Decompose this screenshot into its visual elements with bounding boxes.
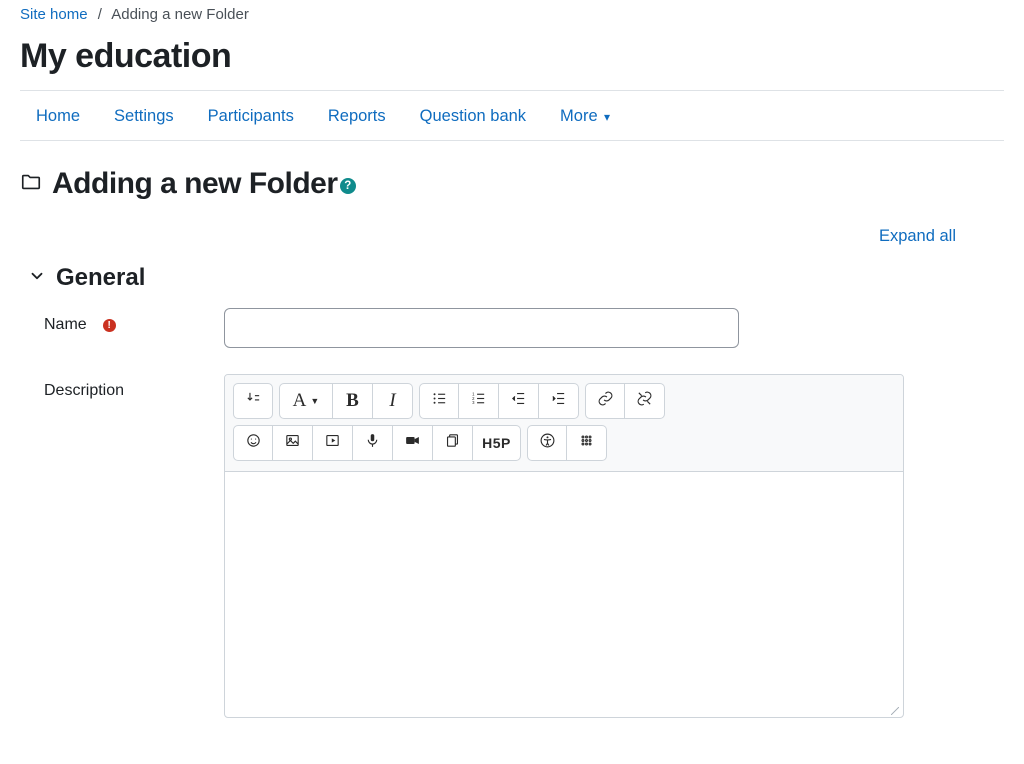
svg-text:3: 3 xyxy=(472,400,475,405)
media-icon xyxy=(324,432,341,454)
caret-down-icon: ▼ xyxy=(310,396,319,406)
form-row-description: Description A ▼ xyxy=(20,374,1004,718)
toolbar-paragraph-style-button[interactable]: A ▼ xyxy=(279,383,333,419)
chevron-down-icon xyxy=(28,267,46,290)
toolbar-accessibility-checker-button[interactable] xyxy=(527,425,567,461)
image-icon xyxy=(284,432,301,454)
toolbar-outdent-button[interactable] xyxy=(499,383,539,419)
course-tabs: Home Settings Participants Reports Quest… xyxy=(20,91,1004,140)
bold-icon: B xyxy=(346,390,359,412)
fieldset-general-toggle[interactable]: General xyxy=(28,264,1004,292)
section-header: Adding a new Folder? xyxy=(20,167,1004,201)
toolbar-media-button[interactable] xyxy=(313,425,353,461)
tab-home[interactable]: Home xyxy=(36,107,80,126)
tab-more[interactable]: More ▾ xyxy=(560,107,610,126)
toolbar-toggle-button[interactable] xyxy=(233,383,273,419)
breadcrumb-separator-icon: / xyxy=(98,6,102,23)
toolbar-bold-button[interactable]: B xyxy=(333,383,373,419)
indent-icon xyxy=(550,390,567,412)
required-icon: ! xyxy=(103,319,116,332)
outdent-icon xyxy=(510,390,527,412)
toolbar-h5p-button[interactable]: H5P xyxy=(473,425,521,461)
toolbar-bullet-list-button[interactable] xyxy=(419,383,459,419)
toolbar-indent-button[interactable] xyxy=(539,383,579,419)
folder-icon xyxy=(20,171,42,198)
form-row-name: Name ! xyxy=(20,308,1004,348)
toolbar-record-audio-button[interactable] xyxy=(353,425,393,461)
tab-reports[interactable]: Reports xyxy=(328,107,386,126)
toolbar-italic-button[interactable]: I xyxy=(373,383,413,419)
editor-toolbar: A ▼ B I xyxy=(225,375,903,472)
name-input[interactable] xyxy=(224,308,739,348)
bullet-list-icon xyxy=(431,390,448,412)
video-camera-icon xyxy=(404,432,421,454)
tab-settings[interactable]: Settings xyxy=(114,107,174,126)
toolbar-unlink-button[interactable] xyxy=(625,383,665,419)
tab-participants[interactable]: Participants xyxy=(208,107,294,126)
description-textarea[interactable] xyxy=(225,472,903,707)
toolbar-record-video-button[interactable] xyxy=(393,425,433,461)
emoji-icon xyxy=(245,432,262,454)
braille-icon xyxy=(578,432,595,454)
description-label: Description xyxy=(44,382,124,400)
toolbar-image-button[interactable] xyxy=(273,425,313,461)
section-title-text: Adding a new Folder xyxy=(52,167,338,201)
tab-question-bank[interactable]: Question bank xyxy=(420,107,526,126)
breadcrumb: Site home / Adding a new Folder xyxy=(20,0,1004,33)
accessibility-icon xyxy=(539,432,556,454)
resize-handle-icon[interactable] xyxy=(225,707,903,717)
expand-all-link[interactable]: Expand all xyxy=(879,227,956,245)
italic-icon: I xyxy=(389,390,395,412)
toolbar-screenreader-helper-button[interactable] xyxy=(567,425,607,461)
name-label: Name xyxy=(44,316,87,334)
microphone-icon xyxy=(364,432,381,454)
link-icon xyxy=(597,390,614,412)
toolbar-number-list-button[interactable]: 123 xyxy=(459,383,499,419)
toolbar-link-button[interactable] xyxy=(585,383,625,419)
toggle-toolbar-icon xyxy=(245,390,262,412)
fieldset-general-title: General xyxy=(56,264,145,292)
unlink-icon xyxy=(636,390,653,412)
description-editor: A ▼ B I xyxy=(224,374,904,718)
chevron-down-icon: ▾ xyxy=(601,110,610,124)
page-title: My education xyxy=(20,37,1004,76)
tab-more-label: More xyxy=(560,107,598,125)
toolbar-emoji-button[interactable] xyxy=(233,425,273,461)
number-list-icon: 123 xyxy=(470,390,487,412)
h5p-icon: H5P xyxy=(482,435,511,451)
breadcrumb-current: Adding a new Folder xyxy=(111,6,249,23)
files-icon xyxy=(444,432,461,454)
paragraph-style-label: A xyxy=(293,390,307,412)
section-title: Adding a new Folder? xyxy=(52,167,356,201)
toolbar-manage-files-button[interactable] xyxy=(433,425,473,461)
breadcrumb-site-home[interactable]: Site home xyxy=(20,6,88,23)
help-icon[interactable]: ? xyxy=(340,178,356,194)
